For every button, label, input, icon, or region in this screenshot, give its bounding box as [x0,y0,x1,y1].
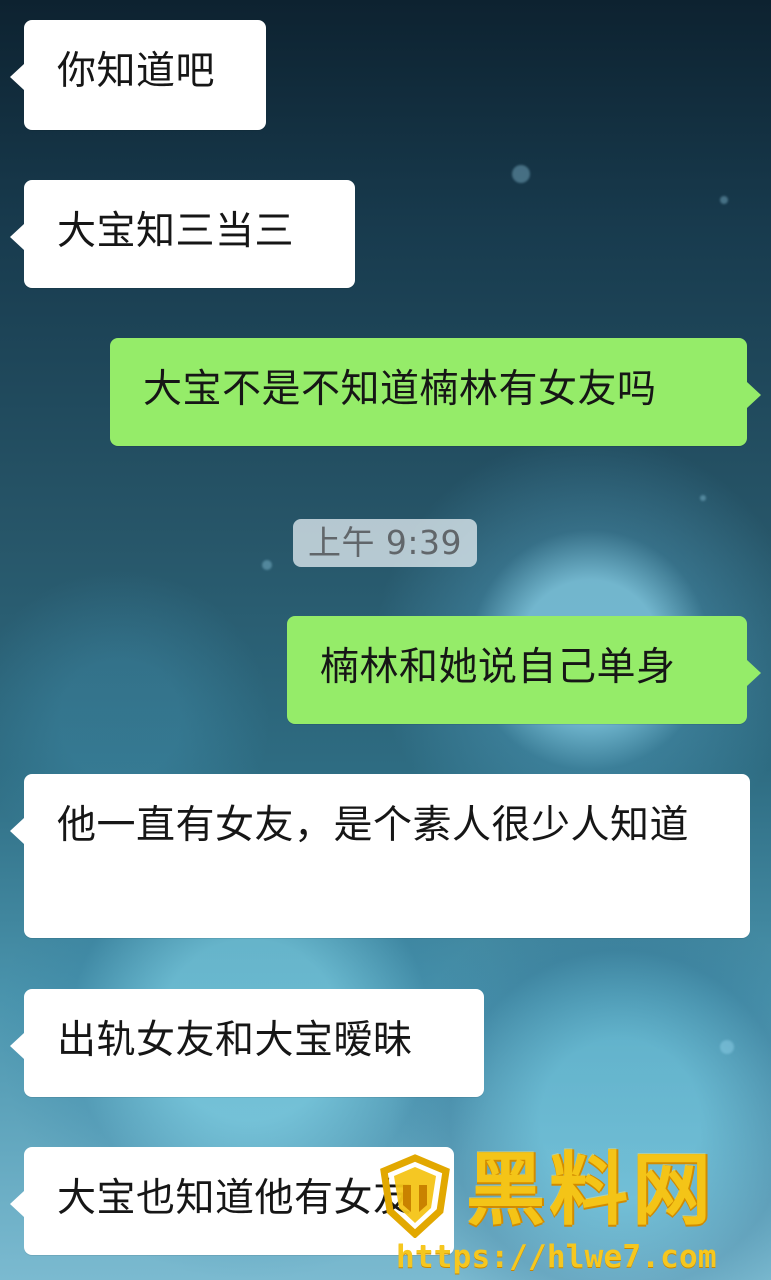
background-glow-dot [700,495,706,501]
incoming-message-bubble[interactable]: 他一直有女友，是个素人很少人知道 [10,774,750,938]
watermark-text: 黑料网 [466,1144,715,1236]
background-glow-dot [512,165,530,183]
incoming-message-bubble[interactable]: 大宝也知道他有女友 [10,1147,454,1255]
message-text: 大宝也知道他有女友 [57,1176,413,1221]
message-text: 大宝不是不知道楠林有女友吗 [143,367,657,412]
message-text: 你知道吧 [57,49,216,94]
message-text: 他一直有女友，是个素人很少人知道 [57,803,690,848]
incoming-message-bubble[interactable]: 大宝知三当三 [10,180,355,288]
chat-screen: 你知道吧 大宝知三当三 大宝不是不知道楠林有女友吗 上午 9:39 楠林和她说自… [0,0,771,1280]
outgoing-message-bubble[interactable]: 大宝不是不知道楠林有女友吗 [110,338,761,446]
message-text: 大宝知三当三 [57,209,295,254]
background-glow-dot [720,1040,734,1054]
message-timestamp: 上午 9:39 [293,519,477,567]
incoming-message-bubble[interactable]: 你知道吧 [10,20,266,130]
message-text: 出轨女友和大宝暧昧 [57,1018,413,1063]
background-glow-dot [262,560,272,570]
message-text: 楠林和她说自己单身 [320,645,676,690]
background-glow-dot [720,196,728,204]
outgoing-message-bubble[interactable]: 楠林和她说自己单身 [287,616,761,724]
incoming-message-bubble[interactable]: 出轨女友和大宝暧昧 [10,989,484,1097]
